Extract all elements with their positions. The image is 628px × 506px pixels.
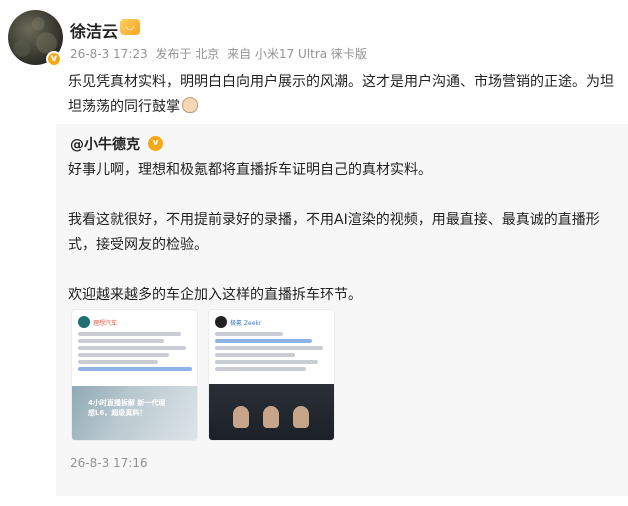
user-tag-icon[interactable]: ◡ [120,19,140,35]
retweet-paragraph: 欢迎越来越多的车企加入这样的直播拆车环节。 [68,287,362,303]
retweet-time[interactable]: 26-8-3 17:16 [70,456,148,470]
clap-icon [182,97,198,113]
thumb-banner-text: 4小时直播拆解 新一代理想L6，超级真料！ [88,399,166,417]
post-text-content: 乐见凭真材实料，明明白白向用户展示的风潮。这才是用户沟通、市场营销的正途。为坦坦… [68,74,614,115]
retweet-paragraph: 好事儿啊，理想和极氪都将直播拆车证明自己的真材实料。 [68,162,432,178]
post-location: 发布于 北京 [155,47,220,61]
post-time[interactable]: 26-8-3 17:23 [70,47,148,61]
person-icon [293,406,309,428]
person-icon [263,406,279,428]
post-meta: 26-8-3 17:23 发布于 北京 来自 小米17 Ultra 徕卡版 [70,45,371,62]
post-source: 来自 小米17 Ultra 徕卡版 [227,47,367,61]
post-text: 乐见凭真材实料，明明白白向用户展示的风潮。这才是用户沟通、市场营销的正途。为坦坦… [68,70,616,120]
retweet-image-2[interactable]: 极氪 Zeekr [208,309,335,441]
li-auto-logo-icon [78,316,90,328]
thumb-header: 理想汽车 [78,316,117,328]
zeekr-logo-icon [215,316,227,328]
weibo-post: v 徐洁云 ◡ 26-8-3 17:23 发布于 北京 来自 小米17 Ultr… [0,0,628,506]
verified-badge-icon: v [46,51,62,67]
retweet-card[interactable]: @小牛德克 v 好事儿啊，理想和极氪都将直播拆车证明自己的真材实料。 我看这就很… [56,124,628,496]
thumb-text-lines [78,332,192,374]
retweet-author[interactable]: @小牛德克 [70,134,140,154]
thumb-account-name: 理想汽车 [93,319,118,327]
verified-badge-icon: v [148,136,163,151]
thumb-text-lines [215,332,329,374]
thumb-header: 极氪 Zeekr [215,316,261,328]
username[interactable]: 徐洁云 [70,18,118,42]
retweet-text: 好事儿啊，理想和极氪都将直播拆车证明自己的真材实料。 我看这就很好，不用提前录好… [68,158,616,333]
retweet-image-1[interactable]: 理想汽车 4小时直播拆解 新一代理想L6，超级真料！ [71,309,198,441]
thumb-account-name: 极氪 Zeekr [230,319,262,327]
person-icon [233,406,249,428]
retweet-paragraph: 我看这就很好，不用提前录好的录播，不用AI渲染的视频，用最直接、最真诚的直播形式… [68,212,600,253]
